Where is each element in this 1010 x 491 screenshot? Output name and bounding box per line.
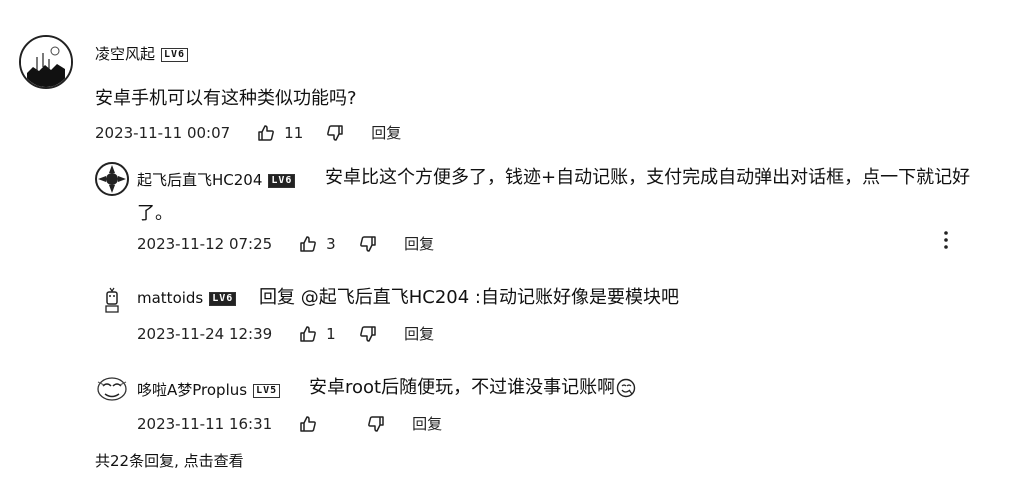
timestamp: 2023-11-11 16:31 (137, 414, 273, 433)
thumb-down-icon[interactable] (366, 414, 386, 434)
level-badge: LV6 (268, 174, 296, 188)
avatar[interactable] (95, 162, 129, 196)
like-count: 1 (326, 324, 336, 343)
timestamp: 2023-11-11 00:07 (95, 123, 231, 142)
comment-text-continued: 了。 (137, 203, 173, 224)
reply-button[interactable]: 回复 (404, 233, 434, 254)
comment-meta: 2023-11-12 07:25 3 回复 (137, 233, 434, 254)
username[interactable]: 凌空风起 LV6 (95, 43, 189, 64)
thumb-up-icon[interactable] (298, 414, 318, 434)
comment-meta: 2023-11-24 12:39 1 回复 (137, 323, 434, 344)
username-text[interactable]: mattoids (137, 289, 203, 307)
comment-text: 安卓root后随便玩，不过谁没事记账啊 (309, 373, 636, 403)
avatar[interactable] (95, 372, 129, 406)
username[interactable]: 哆啦A梦Proplus LV5 (137, 379, 281, 400)
comment-text-body: 安卓root后随便玩，不过谁没事记账啊 (309, 377, 616, 398)
comment-text: 安卓比这个方便多了，钱迹+自动记账，支付完成自动弹出对话框，点一下就记好 (325, 167, 971, 188)
comment-text: 回复 @起飞后直飞HC204 :自动记账好像是要模块吧 (259, 287, 679, 308)
comment-meta: 2023-11-11 16:31 回复 (137, 413, 442, 434)
comment-text: 安卓手机可以有这种类似功能吗? (95, 88, 357, 109)
thumb-up-icon[interactable] (298, 234, 318, 254)
username[interactable]: 起飞后直飞HC204 LV6 (137, 169, 296, 190)
timestamp: 2023-11-24 12:39 (137, 324, 273, 343)
level-badge: LV6 (209, 292, 237, 306)
like-count: 3 (326, 234, 336, 253)
level-badge: LV6 (161, 48, 189, 62)
username-text[interactable]: 起飞后直飞HC204 (137, 171, 262, 189)
like-count: 11 (284, 123, 304, 142)
username-text[interactable]: 哆啦A梦Proplus (137, 381, 247, 399)
reply-button[interactable]: 回复 (371, 122, 401, 143)
view-all-replies-link[interactable]: 共22条回复, 点击查看 (95, 450, 244, 471)
level-badge: LV5 (253, 384, 281, 398)
more-vertical-icon[interactable] (938, 230, 954, 250)
thumb-down-icon[interactable] (358, 324, 378, 344)
username-text[interactable]: 凌空风起 (95, 45, 155, 63)
thumb-up-icon[interactable] (256, 123, 276, 143)
reply-button[interactable]: 回复 (412, 413, 442, 434)
timestamp: 2023-11-12 07:25 (137, 234, 273, 253)
username[interactable]: mattoids LV6 (137, 289, 237, 307)
avatar[interactable] (95, 284, 129, 318)
thumb-up-icon[interactable] (298, 324, 318, 344)
thumb-down-icon[interactable] (358, 234, 378, 254)
comment-meta: 2023-11-11 00:07 11 回复 (95, 122, 401, 143)
reply-button[interactable]: 回复 (404, 323, 434, 344)
avatar[interactable] (19, 35, 73, 89)
thumb-down-icon[interactable] (325, 123, 345, 143)
emoji-icon (616, 378, 636, 398)
